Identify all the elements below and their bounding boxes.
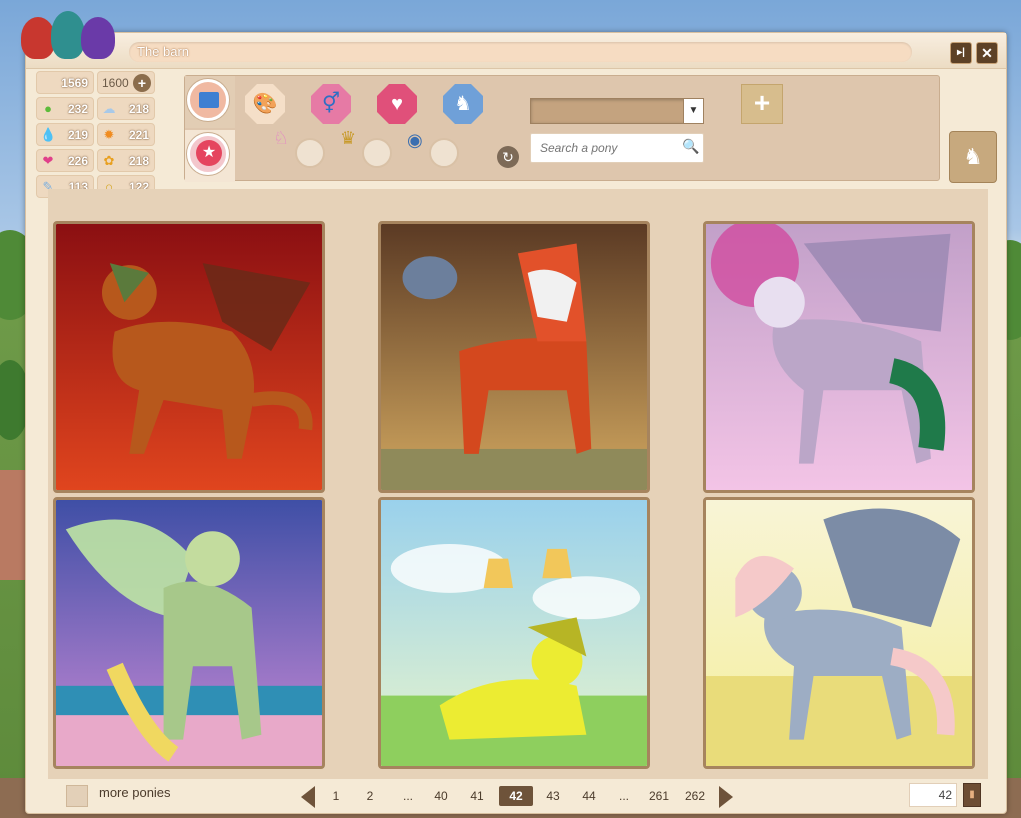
mood-value: 226 <box>67 154 88 168</box>
game-logo <box>21 7 121 59</box>
apple-icon: ● <box>44 101 52 116</box>
health-stat: ● 232 <box>36 97 94 120</box>
more-ponies-checkbox[interactable] <box>66 785 88 807</box>
folder-tab[interactable] <box>185 76 235 128</box>
favorites-tab[interactable]: ★ <box>185 130 235 182</box>
trophy-filter-drop[interactable] <box>362 138 392 168</box>
go-to-page-button[interactable]: ▮ <box>963 783 981 807</box>
page-link[interactable]: 41 <box>465 786 489 806</box>
page-link[interactable]: 44 <box>577 786 601 806</box>
folder-icon <box>199 92 219 108</box>
more-ponies-label: more ponies <box>99 785 171 800</box>
logo-pony-red-icon <box>21 17 55 59</box>
affection-stat: ✿ 218 <box>97 149 155 172</box>
star-icon: ★ <box>196 140 222 166</box>
page-link[interactable]: 2 <box>359 786 381 806</box>
hygiene-value: 219 <box>67 128 88 142</box>
money-max-stat: 1600 + <box>97 71 155 94</box>
pony-4-image <box>56 500 322 766</box>
logo-pony-teal-icon <box>51 11 85 59</box>
pagination: 1 2 ... 40 41 42 43 44 ... 261 262 <box>301 783 741 809</box>
buy-plus-icon[interactable]: + <box>133 74 151 92</box>
pony-card[interactable] <box>703 221 975 493</box>
pony-1-image <box>56 224 322 490</box>
search-icon[interactable]: 🔍 <box>682 138 700 156</box>
add-filter-button[interactable]: + <box>741 84 783 124</box>
affection-value: 218 <box>128 154 149 168</box>
pony-card[interactable] <box>378 497 650 769</box>
page-link[interactable]: 1 <box>325 786 347 806</box>
barn-window: The barn ▸| ✕ 1569 1600 + ● 232 ☁ 218 💧 … <box>21 11 1007 814</box>
weather-stat: ☁ 218 <box>97 97 155 120</box>
pony-card[interactable] <box>703 497 975 769</box>
money-value: 1569 <box>61 76 88 90</box>
folder-button[interactable] <box>187 79 229 121</box>
current-page: 42 <box>499 786 533 806</box>
paint-palette-icon[interactable]: 🎨 <box>245 84 285 124</box>
page-link[interactable]: 43 <box>541 786 565 806</box>
eye-filter-drop[interactable] <box>429 138 459 168</box>
page-link[interactable]: 40 <box>429 786 453 806</box>
pony-folder-icon: ♞ <box>963 144 983 169</box>
pony-card[interactable] <box>378 221 650 493</box>
pony-2-image <box>381 224 647 490</box>
page-number-input[interactable]: 42 <box>909 783 957 807</box>
pair-icon[interactable]: ♞ <box>443 84 483 124</box>
collapse-button[interactable]: ▸| <box>950 42 972 64</box>
cloud-icon: ☁ <box>102 101 116 116</box>
flame-icon: ✹ <box>103 127 115 142</box>
close-button[interactable]: ✕ <box>976 42 998 64</box>
pony-3-image <box>706 224 972 490</box>
energy-stat: ✹ 221 <box>97 123 155 146</box>
page-link[interactable]: 261 <box>645 786 673 806</box>
pony-6-image <box>706 500 972 766</box>
search-input[interactable] <box>530 133 704 163</box>
prev-page-arrow-icon[interactable] <box>301 786 315 808</box>
page-ellipsis: ... <box>618 789 629 803</box>
drops-icon: 💧 <box>40 127 57 142</box>
sort-select[interactable]: ▼ <box>530 98 704 124</box>
unicorn-filter-drop[interactable] <box>295 138 325 168</box>
mood-stat: ❤ 226 <box>36 149 94 172</box>
refresh-icon[interactable]: ↻ <box>497 146 519 168</box>
breeding-icon[interactable]: ♥ <box>377 84 417 124</box>
logo-pony-purple-icon <box>81 17 115 59</box>
next-page-arrow-icon[interactable] <box>719 786 733 808</box>
pony-card[interactable] <box>53 497 325 769</box>
gender-icon[interactable]: ⚥ <box>311 84 351 124</box>
send-to-stable-button[interactable]: ♞ <box>949 131 997 183</box>
title-bar: The barn ▸| ✕ <box>26 33 1006 69</box>
hygiene-stat: 💧 219 <box>36 123 94 146</box>
page-link[interactable]: 262 <box>681 786 709 806</box>
chevron-down-icon[interactable]: ▼ <box>683 99 703 123</box>
weather-value: 218 <box>128 102 149 116</box>
filter-panel: ★ 🎨 ⚥ ♥ ♞ ♘ ♛ ◉ ↻ ▼ 🔍 + <box>184 75 940 182</box>
energy-value: 221 <box>128 128 149 142</box>
money-max-value: 1600 <box>102 76 129 90</box>
paw-icon: ✿ <box>103 153 115 168</box>
pony-card[interactable] <box>53 221 325 493</box>
heart-icon: ❤ <box>42 153 54 168</box>
health-value: 232 <box>67 102 88 116</box>
favorites-button[interactable]: ★ <box>187 133 229 175</box>
money-stat: 1569 <box>36 71 94 94</box>
window-title: The barn <box>129 42 912 62</box>
pony-5-image <box>381 500 647 766</box>
page-ellipsis: ... <box>402 789 413 803</box>
